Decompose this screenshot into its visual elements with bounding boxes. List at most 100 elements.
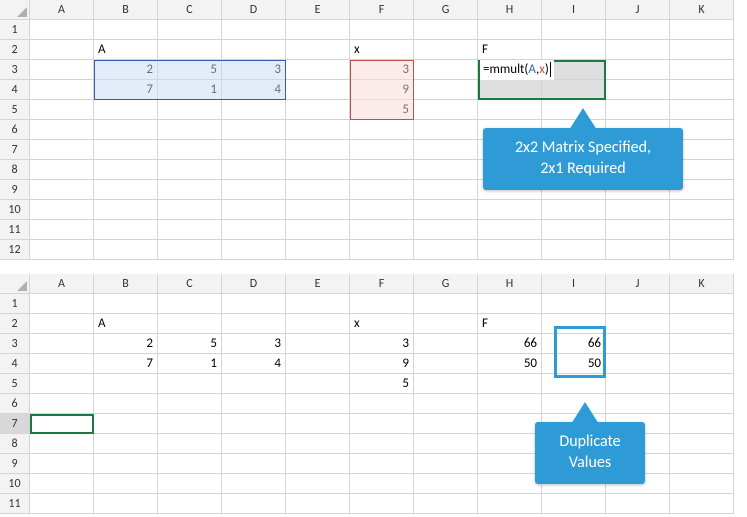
row-header[interactable]: 1 — [0, 20, 30, 40]
cell[interactable] — [222, 474, 286, 494]
col-header[interactable]: D — [222, 274, 286, 294]
cell[interactable] — [286, 474, 350, 494]
cell[interactable] — [30, 414, 94, 434]
row-header[interactable]: 7 — [0, 140, 30, 160]
cell-A[interactable]: 7 — [94, 80, 158, 100]
label-x[interactable]: x — [350, 40, 414, 60]
cell[interactable] — [606, 100, 670, 120]
cell[interactable] — [222, 220, 286, 240]
cell[interactable] — [606, 200, 670, 220]
formula-editor[interactable]: =mmult(A,x) — [480, 60, 554, 80]
cell-A[interactable]: 1 — [158, 354, 222, 374]
cell[interactable] — [158, 314, 222, 334]
cell[interactable] — [30, 454, 94, 474]
cell[interactable] — [158, 294, 222, 314]
row-header[interactable]: 4 — [0, 80, 30, 100]
cell[interactable] — [350, 20, 414, 40]
cell[interactable] — [478, 374, 542, 394]
cell-A[interactable]: 2 — [94, 60, 158, 80]
col-header[interactable]: F — [350, 0, 414, 20]
cell[interactable] — [350, 414, 414, 434]
cell[interactable] — [542, 374, 606, 394]
cell[interactable] — [30, 494, 94, 514]
row-header[interactable]: 10 — [0, 200, 30, 220]
cell-x[interactable]: 9 — [350, 80, 414, 100]
cell[interactable] — [670, 374, 734, 394]
row-header[interactable]: 11 — [0, 494, 30, 514]
row-header[interactable]: 5 — [0, 100, 30, 120]
cell-F[interactable]: 50 — [478, 354, 542, 374]
col-header[interactable]: K — [670, 274, 734, 294]
cell-A[interactable]: 3 — [222, 60, 286, 80]
cell[interactable] — [478, 100, 542, 120]
cell[interactable] — [158, 120, 222, 140]
cell[interactable] — [350, 240, 414, 260]
cell[interactable] — [542, 294, 606, 314]
col-header[interactable]: H — [478, 0, 542, 20]
cell[interactable] — [158, 20, 222, 40]
cell[interactable] — [350, 200, 414, 220]
label-A[interactable]: A — [94, 40, 158, 60]
cell[interactable] — [286, 40, 350, 60]
cell[interactable] — [478, 414, 542, 434]
cell[interactable] — [414, 314, 478, 334]
cell[interactable] — [158, 394, 222, 414]
cell[interactable] — [606, 294, 670, 314]
select-all-corner[interactable] — [0, 274, 30, 294]
col-header[interactable]: C — [158, 274, 222, 294]
cell[interactable] — [30, 220, 94, 240]
cell[interactable] — [670, 220, 734, 240]
cell[interactable] — [30, 434, 94, 454]
cell[interactable] — [222, 40, 286, 60]
cell[interactable] — [414, 354, 478, 374]
cell-x[interactable]: 5 — [350, 374, 414, 394]
cell[interactable] — [286, 120, 350, 140]
cell[interactable] — [30, 334, 94, 354]
cell[interactable] — [478, 474, 542, 494]
cell[interactable] — [286, 294, 350, 314]
cell-x[interactable]: 3 — [350, 60, 414, 80]
cell[interactable] — [286, 394, 350, 414]
cell[interactable] — [478, 20, 542, 40]
cell[interactable] — [94, 494, 158, 514]
row-header[interactable]: 2 — [0, 314, 30, 334]
cell[interactable] — [670, 414, 734, 434]
cell[interactable] — [94, 180, 158, 200]
col-header[interactable]: B — [94, 0, 158, 20]
label-A[interactable]: A — [94, 314, 158, 334]
cell[interactable] — [94, 160, 158, 180]
cell[interactable] — [222, 100, 286, 120]
cell-A[interactable]: 5 — [158, 334, 222, 354]
cell[interactable] — [542, 240, 606, 260]
cell[interactable] — [158, 494, 222, 514]
col-header[interactable]: G — [414, 274, 478, 294]
cell[interactable] — [30, 80, 94, 100]
cell[interactable] — [222, 314, 286, 334]
cell[interactable] — [670, 240, 734, 260]
col-header[interactable]: I — [542, 0, 606, 20]
cell[interactable] — [94, 434, 158, 454]
cell[interactable] — [158, 474, 222, 494]
cell[interactable] — [542, 20, 606, 40]
cell-x[interactable]: 3 — [350, 334, 414, 354]
cell[interactable] — [222, 160, 286, 180]
cell[interactable] — [286, 80, 350, 100]
row-header[interactable]: 1 — [0, 294, 30, 314]
select-all-corner[interactable] — [0, 0, 30, 20]
col-header[interactable]: I — [542, 274, 606, 294]
cell[interactable] — [478, 434, 542, 454]
cell[interactable] — [414, 160, 478, 180]
row-header[interactable]: 3 — [0, 334, 30, 354]
cell[interactable] — [414, 394, 478, 414]
cell[interactable] — [30, 120, 94, 140]
col-header[interactable]: K — [670, 0, 734, 20]
row-header[interactable]: 5 — [0, 374, 30, 394]
cell[interactable] — [222, 494, 286, 514]
cell[interactable] — [414, 494, 478, 514]
cell[interactable] — [414, 374, 478, 394]
cell-x[interactable]: 5 — [350, 100, 414, 120]
cell[interactable] — [222, 200, 286, 220]
col-header[interactable]: J — [606, 0, 670, 20]
col-header[interactable]: H — [478, 274, 542, 294]
cell-A[interactable]: 3 — [222, 334, 286, 354]
